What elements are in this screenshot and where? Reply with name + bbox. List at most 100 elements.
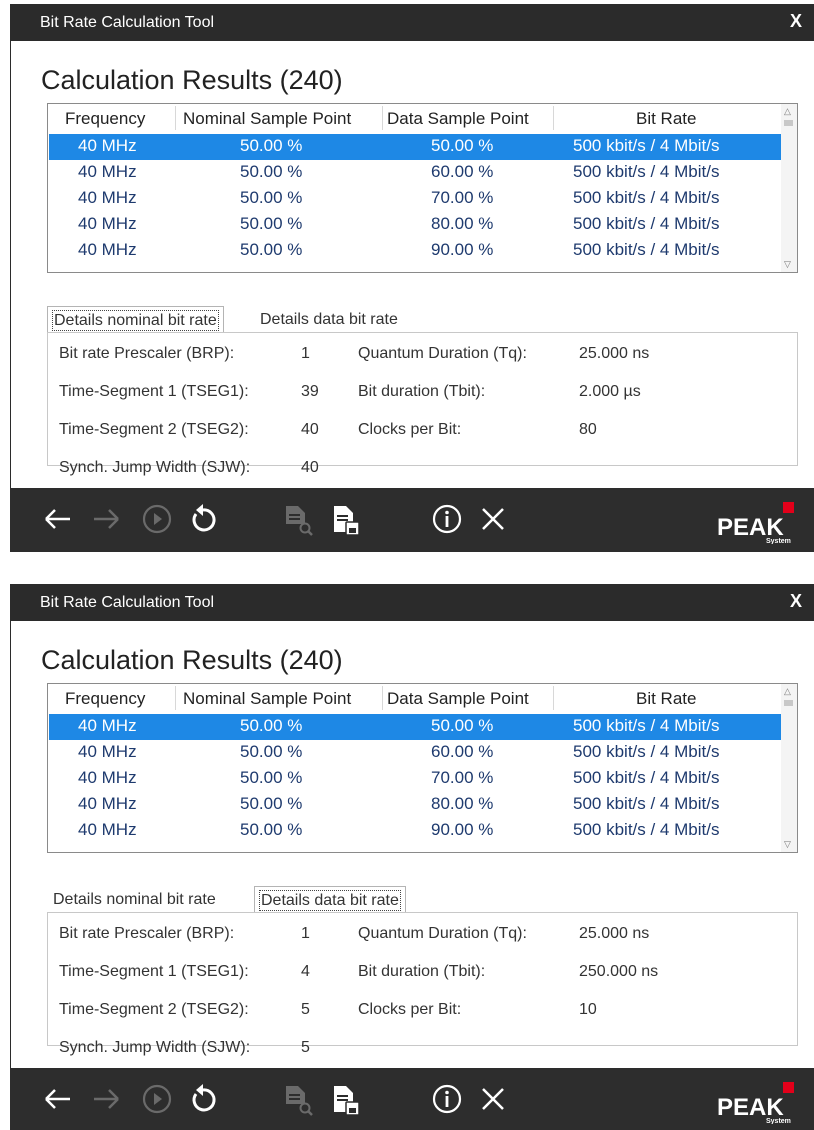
tab-details-nominal-bit-rate[interactable]: Details nominal bit rate — [47, 886, 222, 913]
svg-text:PEAK: PEAK — [717, 514, 784, 541]
cell-frequency: 40 MHz — [78, 136, 137, 155]
detail-label: Clocks per Bit: — [358, 421, 462, 438]
detail-value: 1 — [301, 345, 310, 362]
svg-text:System: System — [766, 1118, 791, 1124]
scroll-up-icon[interactable]: △ — [784, 106, 791, 117]
cell-bit-rate: 500 kbit/s / 4 Mbit/s — [573, 820, 720, 839]
scroll-down-icon[interactable]: ▽ — [784, 259, 791, 270]
detail-value: 40 — [301, 421, 319, 438]
cell-data-sample-point: 90.00 % — [431, 820, 494, 839]
detail-label: Bit duration (Tbit): — [358, 383, 486, 400]
scroll-down-icon[interactable]: ▽ — [784, 839, 791, 850]
cell-frequency: 40 MHz — [78, 188, 137, 207]
table-row[interactable]: 40 MHz 50.00 % 70.00 % 500 kbit/s / 4 Mbit/… — [49, 766, 781, 792]
column-header-bit-rate[interactable]: Bit Rate — [636, 109, 696, 129]
back-arrow-icon[interactable] — [40, 1082, 74, 1116]
tab-details-nominal-bit-rate[interactable]: Details nominal bit rate — [47, 306, 224, 333]
detail-value: 4 — [301, 963, 310, 980]
table-row[interactable]: 40 MHz 50.00 % 80.00 % 500 kbit/s / 4 Mbit/… — [49, 212, 781, 238]
detail-label: Synch. Jump Width (SJW): — [59, 459, 251, 476]
cell-bit-rate: 500 kbit/s / 4 Mbit/s — [573, 768, 720, 787]
column-header-bit-rate[interactable]: Bit Rate — [636, 689, 696, 709]
grid-scrollbar[interactable]: △ ▽ — [781, 104, 797, 272]
column-header-data-sample-point[interactable]: Data Sample Point — [387, 109, 529, 129]
scroll-thumb[interactable] — [784, 700, 793, 706]
cell-data-sample-point: 90.00 % — [431, 240, 494, 259]
detail-label: Quantum Duration (Tq): — [358, 345, 527, 362]
document-search-icon[interactable] — [280, 1082, 314, 1116]
tab-label: Details nominal bit rate — [52, 310, 219, 331]
column-header-nominal-sample-point[interactable]: Nominal Sample Point — [183, 109, 351, 129]
detail-value: 80 — [579, 421, 597, 438]
tab-label: Details nominal bit rate — [53, 891, 216, 908]
info-icon[interactable] — [430, 1082, 464, 1116]
cell-data-sample-point: 80.00 % — [431, 794, 494, 813]
cell-nominal-sample-point: 50.00 % — [240, 768, 303, 787]
document-save-icon[interactable] — [328, 502, 362, 536]
cell-data-sample-point: 80.00 % — [431, 214, 494, 233]
cell-bit-rate: 500 kbit/s / 4 Mbit/s — [573, 742, 720, 761]
grid-rows: 40 MHz 50.00 % 50.00 % 500 kbit/s / 4 Mbit/… — [48, 134, 782, 269]
window-body: Calculation Results (240) Frequency Nomi… — [10, 621, 814, 1068]
grid-scrollbar[interactable]: △ ▽ — [781, 684, 797, 852]
cell-data-sample-point: 50.00 % — [431, 136, 494, 155]
detail-label: Synch. Jump Width (SJW): — [59, 1039, 251, 1056]
cell-bit-rate: 500 kbit/s / 4 Mbit/s — [573, 240, 720, 259]
close-x-icon[interactable] — [476, 502, 510, 536]
close-window-button[interactable]: X — [790, 11, 802, 32]
title-bar: Bit Rate Calculation Tool X — [10, 4, 814, 41]
peak-system-logo: PEAK System — [717, 1082, 794, 1124]
window-title: Bit Rate Calculation Tool — [40, 594, 215, 611]
footer-toolbar: PEAK System — [10, 1068, 814, 1130]
forward-arrow-icon[interactable] — [90, 502, 124, 536]
back-arrow-icon[interactable] — [40, 502, 74, 536]
table-row[interactable]: 40 MHz 50.00 % 80.00 % 500 kbit/s / 4 Mbit/… — [49, 792, 781, 818]
detail-label: Bit duration (Tbit): — [358, 963, 486, 980]
title-bar: Bit Rate Calculation Tool X — [10, 584, 814, 621]
table-row[interactable]: 40 MHz 50.00 % 60.00 % 500 kbit/s / 4 Mbit/… — [49, 740, 781, 766]
column-header-frequency[interactable]: Frequency — [65, 689, 145, 709]
play-circle-icon[interactable] — [140, 502, 174, 536]
detail-label: Time-Segment 2 (TSEG2): — [59, 1001, 249, 1018]
cell-frequency: 40 MHz — [78, 768, 137, 787]
cell-data-sample-point: 70.00 % — [431, 188, 494, 207]
tab-details-data-bit-rate[interactable]: Details data bit rate — [254, 886, 406, 913]
scroll-thumb[interactable] — [784, 120, 793, 126]
info-icon[interactable] — [430, 502, 464, 536]
table-row[interactable]: 40 MHz 50.00 % 50.00 % 500 kbit/s / 4 Mbit/… — [49, 134, 781, 160]
cell-bit-rate: 500 kbit/s / 4 Mbit/s — [573, 716, 720, 735]
detail-label: Time-Segment 1 (TSEG1): — [59, 963, 249, 980]
close-window-button[interactable]: X — [790, 591, 802, 612]
tab-details-data-bit-rate[interactable]: Details data bit rate — [254, 306, 404, 333]
detail-value: 10 — [579, 1001, 597, 1018]
document-save-icon[interactable] — [328, 1082, 362, 1116]
cell-bit-rate: 500 kbit/s / 4 Mbit/s — [573, 214, 720, 233]
cell-nominal-sample-point: 50.00 % — [240, 136, 303, 155]
results-grid[interactable]: Frequency Nominal Sample Point Data Samp… — [47, 683, 798, 853]
reset-icon[interactable] — [186, 502, 220, 536]
svg-text:PEAK: PEAK — [717, 1094, 784, 1121]
grid-rows: 40 MHz 50.00 % 50.00 % 500 kbit/s / 4 Mbit/… — [48, 714, 782, 849]
window-body: Calculation Results (240) Frequency Nomi… — [10, 41, 814, 488]
document-search-icon[interactable] — [280, 502, 314, 536]
column-header-data-sample-point[interactable]: Data Sample Point — [387, 689, 529, 709]
grid-header: Frequency Nominal Sample Point Data Samp… — [48, 104, 778, 134]
table-row[interactable]: 40 MHz 50.00 % 60.00 % 500 kbit/s / 4 Mbit/… — [49, 160, 781, 186]
scroll-up-icon[interactable]: △ — [784, 686, 791, 697]
forward-arrow-icon[interactable] — [90, 1082, 124, 1116]
column-header-frequency[interactable]: Frequency — [65, 109, 145, 129]
results-grid[interactable]: Frequency Nominal Sample Point Data Samp… — [47, 103, 798, 273]
cell-frequency: 40 MHz — [78, 794, 137, 813]
svg-text:System: System — [766, 538, 791, 544]
cell-nominal-sample-point: 50.00 % — [240, 214, 303, 233]
table-row[interactable]: 40 MHz 50.00 % 90.00 % 500 kbit/s / 4 Mbit/… — [49, 818, 781, 844]
reset-icon[interactable] — [186, 1082, 220, 1116]
table-row[interactable]: 40 MHz 50.00 % 90.00 % 500 kbit/s / 4 Mbit/… — [49, 238, 781, 264]
cell-bit-rate: 500 kbit/s / 4 Mbit/s — [573, 188, 720, 207]
table-row[interactable]: 40 MHz 50.00 % 70.00 % 500 kbit/s / 4 Mbit/… — [49, 186, 781, 212]
play-circle-icon[interactable] — [140, 1082, 174, 1116]
table-row[interactable]: 40 MHz 50.00 % 50.00 % 500 kbit/s / 4 Mbit/… — [49, 714, 781, 740]
column-header-nominal-sample-point[interactable]: Nominal Sample Point — [183, 689, 351, 709]
cell-frequency: 40 MHz — [78, 716, 137, 735]
close-x-icon[interactable] — [476, 1082, 510, 1116]
